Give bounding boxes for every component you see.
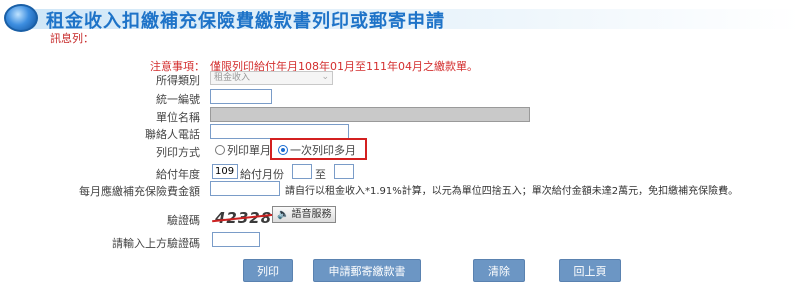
- selection-highlight-box: [270, 138, 367, 160]
- clear-button[interactable]: 清除: [473, 259, 525, 282]
- pay-month-to-input[interactable]: [334, 164, 354, 179]
- income-type-select[interactable]: 租金收入 ⌄: [210, 71, 333, 85]
- captcha-input[interactable]: [212, 232, 260, 247]
- message-label: 訊息列：: [50, 32, 94, 45]
- radio-print-single[interactable]: 列印單月: [215, 142, 271, 158]
- radio-single-icon[interactable]: [215, 145, 225, 155]
- pay-year-input[interactable]: [212, 164, 238, 179]
- audio-service-button[interactable]: 🔈 語音服務: [272, 206, 336, 223]
- audio-service-label: 語音服務: [291, 209, 332, 220]
- pay-month-to-label: 至: [315, 168, 326, 181]
- mail-request-button[interactable]: 申請郵寄繳款書: [313, 259, 421, 282]
- tax-id-input[interactable]: [210, 89, 272, 104]
- chevron-down-icon: ⌄: [321, 72, 329, 82]
- monthly-amount-input[interactable]: [210, 181, 280, 196]
- print-button[interactable]: 列印: [243, 259, 293, 282]
- unit-name-input[interactable]: [210, 107, 530, 122]
- print-mode-label: 列印方式: [156, 146, 200, 159]
- income-type-value: 租金收入: [214, 73, 251, 83]
- pay-year-label: 給付年度: [156, 168, 200, 181]
- phone-label: 聯絡人電話: [145, 128, 200, 141]
- income-type-label: 所得類別: [156, 74, 200, 87]
- captcha-label: 驗證碼: [167, 214, 200, 227]
- tax-id-label: 統一編號: [156, 93, 200, 106]
- page-header: 租金收入扣繳補充保險費繳款書列印或郵寄申請: [4, 4, 800, 32]
- monthly-amount-hint: 請自行以租金收入*1.91%計算，以元為單位四捨五入；單次給付金額未達2萬元，免…: [285, 186, 739, 197]
- back-button[interactable]: 回上頁: [559, 259, 621, 282]
- phone-input[interactable]: [210, 124, 349, 139]
- unit-name-label: 單位名稱: [156, 111, 200, 124]
- speaker-icon: 🔈: [277, 209, 290, 220]
- page-title: 租金收入扣繳補充保險費繳款書列印或郵寄申請: [46, 11, 445, 32]
- captcha-image: 42328: [212, 208, 274, 228]
- captcha-input-label: 請輸入上方驗證碼: [112, 237, 200, 250]
- monthly-amount-label: 每月應繳補充保險費金額: [79, 185, 200, 198]
- pay-month-from-input[interactable]: [292, 164, 312, 179]
- pay-month-label: 給付月份: [240, 168, 284, 181]
- globe-orb-icon: [4, 4, 38, 32]
- radio-single-label: 列印單月: [227, 144, 271, 157]
